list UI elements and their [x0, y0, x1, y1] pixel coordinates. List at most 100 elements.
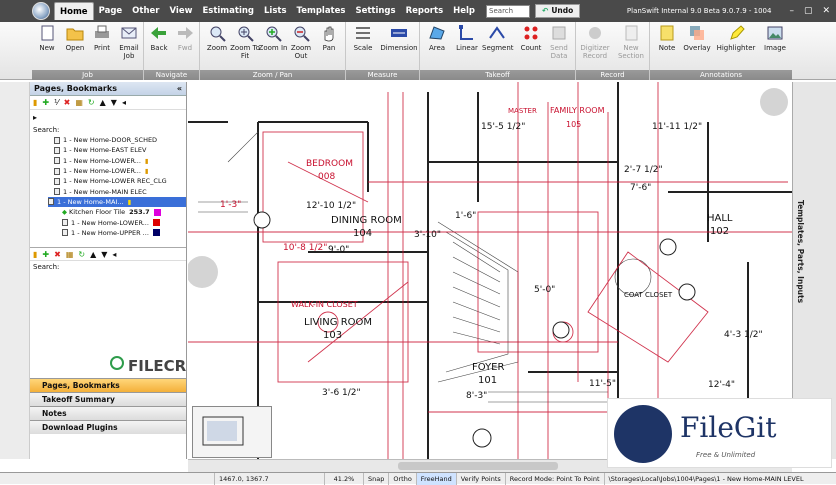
- image-icon: [767, 26, 783, 40]
- verify-points-toggle[interactable]: Verify Points: [457, 472, 506, 485]
- tree-item-lower-rec-clg[interactable]: 1 - New Home-LOWER REC_CLG: [48, 176, 186, 186]
- nav-tab-download-plugins[interactable]: Download Plugins: [30, 420, 186, 434]
- tree-item-main-elec[interactable]: 1 - New Home-MAIN ELEC: [48, 186, 186, 196]
- note-button[interactable]: Note: [652, 24, 682, 52]
- highlighter-button[interactable]: Highlighter: [714, 24, 758, 52]
- zoom-button[interactable]: Zoom: [202, 24, 232, 52]
- print-button[interactable]: Print: [87, 24, 117, 52]
- window-title: PlanSwift Internal 9.0 Beta 9.0.7.9 - 10…: [626, 7, 772, 15]
- label-family-code: 105: [566, 120, 581, 129]
- image-button[interactable]: Image: [760, 24, 790, 52]
- label-bedroom-code: 008: [318, 172, 335, 182]
- rename-icon[interactable]: ⅟: [54, 98, 59, 107]
- add-bookmark-icon[interactable]: ✚: [42, 98, 49, 107]
- tree-item-east-elev[interactable]: 1 - New Home-EAST ELEV: [48, 145, 186, 155]
- linear-button[interactable]: Linear: [452, 24, 482, 52]
- add-page-icon[interactable]: ▮: [33, 98, 37, 107]
- scale-icon: [356, 27, 370, 39]
- menu-settings[interactable]: Settings: [350, 2, 400, 20]
- menu-view[interactable]: View: [164, 2, 197, 20]
- tree-item-lower-2[interactable]: 1 - New Home-LOWER... ▮: [48, 166, 186, 176]
- move-down-icon[interactable]: ▼: [111, 98, 117, 107]
- area-button[interactable]: Area: [422, 24, 452, 52]
- segment-button[interactable]: Segment: [482, 24, 514, 52]
- refresh-icon[interactable]: ↻: [88, 98, 95, 107]
- properties-icon[interactable]: ▦: [75, 98, 83, 107]
- minimize-button[interactable]: –: [789, 6, 794, 16]
- templates-parts-inputs-tab[interactable]: Templates, Parts, Inputs: [796, 200, 805, 303]
- email-icon: [121, 27, 137, 39]
- menu-other[interactable]: Other: [127, 2, 164, 20]
- move-up-icon[interactable]: ▲: [100, 98, 106, 107]
- new-section-button[interactable]: New Section: [616, 24, 646, 60]
- add-item-plus-icon[interactable]: ✚: [42, 250, 49, 259]
- filegit-watermark: FileGit Free & Unlimited: [607, 398, 832, 468]
- zoom-out-icon: [294, 26, 310, 42]
- status-coordinates: 1467.0, 1367.7: [215, 472, 325, 485]
- color-swatch: [152, 229, 160, 237]
- nav-tab-notes[interactable]: Notes: [30, 406, 186, 420]
- plan-thumbnail-preview[interactable]: [192, 406, 272, 458]
- email-job-button[interactable]: Email Job: [114, 24, 144, 60]
- forward-button[interactable]: Fwd: [170, 24, 200, 52]
- tree-item-lower-1[interactable]: 1 - New Home-LOWER... ▮: [48, 156, 186, 166]
- tree-item-main-level[interactable]: 1 - New Home-MAI... ▮: [48, 196, 186, 208]
- snap-toggle[interactable]: Snap: [364, 472, 390, 485]
- close-button[interactable]: ✕: [822, 6, 830, 16]
- send-data-button[interactable]: Send Data: [544, 24, 574, 60]
- freehand-toggle[interactable]: FreeHand: [416, 472, 457, 485]
- label-family-room: FAMILY ROOM: [550, 106, 605, 115]
- menu-page[interactable]: Page: [94, 2, 128, 20]
- expand-icon[interactable]: ▸: [33, 113, 37, 122]
- item-more-icon[interactable]: ◂: [112, 250, 116, 259]
- nav-tab-pages-bookmarks[interactable]: Pages, Bookmarks: [30, 378, 186, 392]
- pan-button[interactable]: Pan: [314, 24, 344, 52]
- open-button[interactable]: Open: [60, 24, 90, 52]
- tree-item-kitchen-floor-tile[interactable]: ◆ Kitchen Floor Tile 253.7: [48, 207, 186, 217]
- tree-item-lower-3[interactable]: 1 - New Home-LOWER...: [48, 217, 186, 227]
- search-input[interactable]: Search: [486, 4, 531, 18]
- tree-item-upper[interactable]: 1 - New Home-UPPER ...: [48, 228, 186, 238]
- menu-reports[interactable]: Reports: [401, 2, 449, 20]
- dimension-button[interactable]: Dimension: [380, 24, 418, 52]
- group-label-takeoff: Takeoff: [420, 70, 575, 80]
- scale-button[interactable]: Scale: [348, 24, 378, 52]
- new-button[interactable]: New: [32, 24, 62, 52]
- ortho-toggle[interactable]: Ortho: [389, 472, 417, 485]
- label-dining-code: 104: [353, 228, 372, 239]
- add-item-icon[interactable]: ▮: [33, 250, 37, 259]
- color-swatch: [153, 208, 161, 216]
- menu-home[interactable]: Home: [54, 2, 94, 20]
- page-icon: [54, 167, 60, 175]
- undo-button[interactable]: ↶ Undo: [535, 4, 581, 18]
- delete-icon[interactable]: ✖: [64, 98, 71, 107]
- item-properties-icon[interactable]: ▦: [66, 250, 74, 259]
- linear-icon: [459, 25, 473, 40]
- page-icon: [62, 219, 68, 227]
- tree-item-door-sched[interactable]: 1 - New Home-DOOR_SCHED: [48, 135, 186, 145]
- scrollbar-thumb[interactable]: [398, 462, 558, 470]
- nav-tab-takeoff-summary[interactable]: Takeoff Summary: [30, 392, 186, 406]
- dim-label: 8'-3": [466, 391, 487, 401]
- item-up-icon[interactable]: ▲: [90, 250, 96, 259]
- zoom-to-fit-button[interactable]: Zoom To Fit: [230, 24, 260, 60]
- menu-estimating[interactable]: Estimating: [197, 2, 259, 20]
- overlay-button[interactable]: Overlay: [682, 24, 712, 52]
- zoom-out-button[interactable]: Zoom Out: [286, 24, 316, 60]
- menu-help[interactable]: Help: [448, 2, 480, 20]
- item-down-icon[interactable]: ▼: [101, 250, 107, 259]
- zoom-in-button[interactable]: Zoom In: [258, 24, 288, 52]
- count-button[interactable]: Count: [516, 24, 546, 52]
- record-mode-status: Record Mode: Point To Point: [506, 472, 605, 485]
- left-dock-strip: [0, 82, 30, 459]
- more-icon[interactable]: ◂: [122, 98, 126, 107]
- group-takeoff: Area Linear Segment Count Send Data Take…: [420, 22, 576, 80]
- delete-item-icon[interactable]: ✖: [54, 250, 61, 259]
- digitizer-record-button[interactable]: Digitizer Record: [580, 24, 610, 60]
- maximize-button[interactable]: ▢: [804, 6, 813, 16]
- app-logo-icon[interactable]: [32, 2, 50, 20]
- menu-templates[interactable]: Templates: [292, 2, 351, 20]
- item-refresh-icon[interactable]: ↻: [78, 250, 85, 259]
- collapse-panel-button[interactable]: «: [177, 82, 182, 96]
- menu-lists[interactable]: Lists: [259, 2, 292, 20]
